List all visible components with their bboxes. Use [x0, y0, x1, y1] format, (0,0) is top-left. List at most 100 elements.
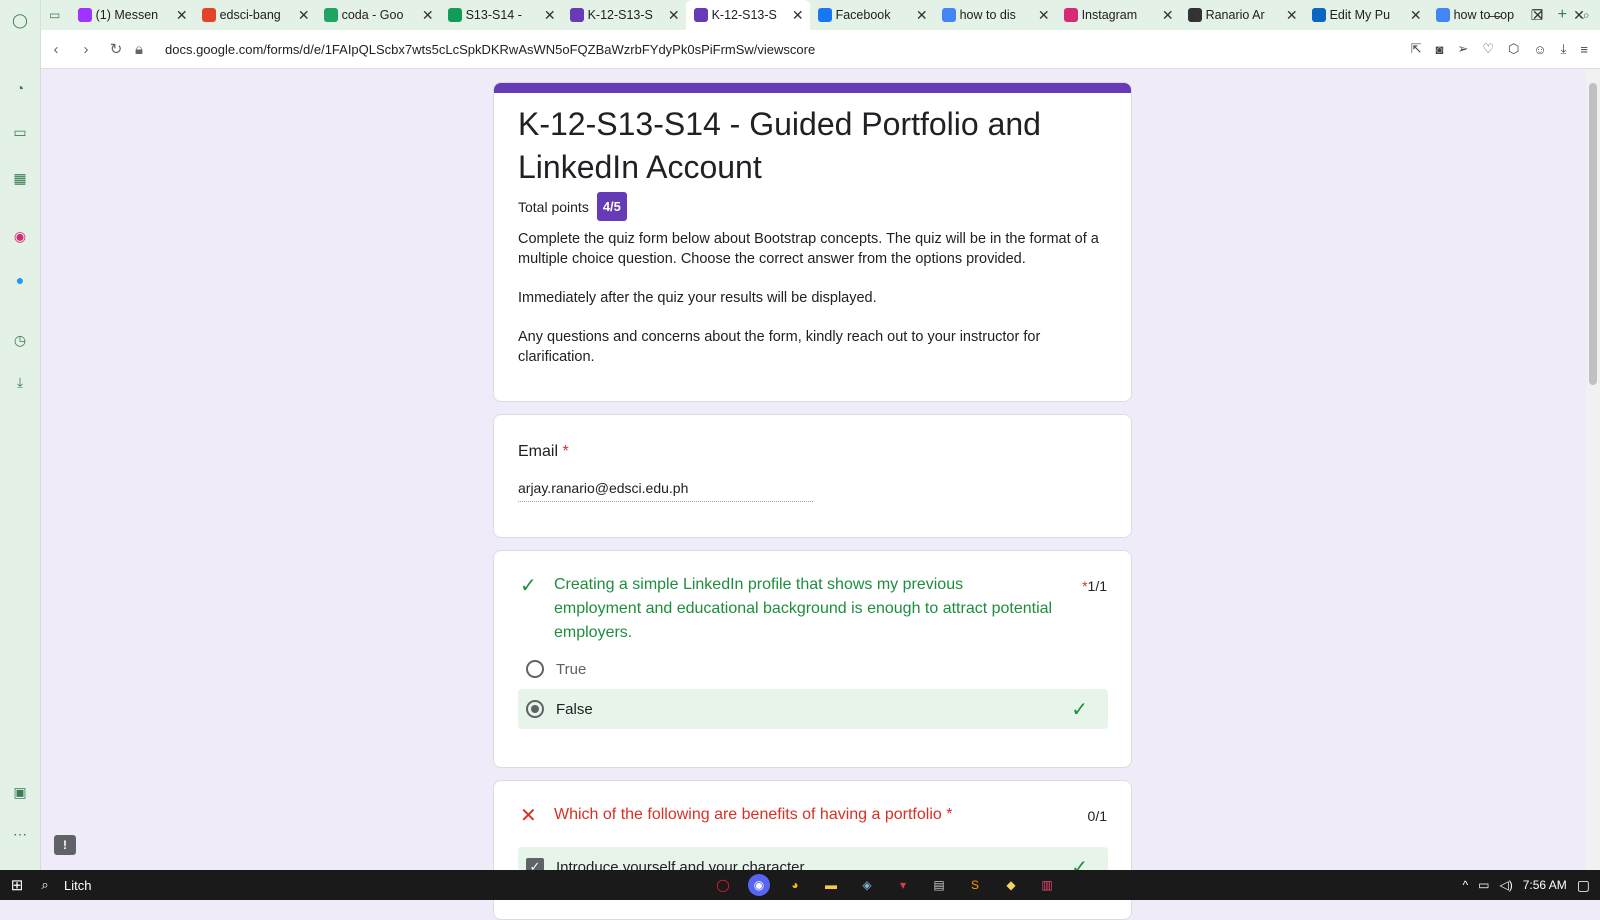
file-explorer-icon[interactable]: ▬ — [820, 874, 842, 896]
browser-tab[interactable]: edsci-bang ✕ — [194, 0, 316, 30]
close-tab-icon[interactable]: ✕ — [298, 7, 310, 24]
close-tab-icon[interactable]: ✕ — [422, 7, 434, 24]
volume-icon[interactable]: ◁) — [1500, 878, 1513, 892]
restore-icon[interactable]: ❐ — [1516, 7, 1558, 24]
address-bar: ‹ › ↻ 🔒︎ docs.google.com/forms/d/e/1FAIp… — [41, 30, 1600, 69]
send-icon[interactable]: ➢ — [1457, 41, 1468, 57]
reload-icon[interactable]: ↻ — [101, 40, 131, 58]
opera-icon[interactable]: ◯ — [712, 874, 734, 896]
system-tray: ^ ▭ ◁) 7:56 AM ▢ — [1463, 870, 1600, 900]
chrome-icon[interactable]: ◕ — [784, 874, 806, 896]
browser-tab[interactable]: Facebook ✕ — [810, 0, 934, 30]
browser-tab[interactable]: K-12-S13-S ✕ — [685, 0, 810, 30]
correct-check-icon: ✓ — [520, 575, 537, 597]
gitlab-icon — [201, 8, 216, 22]
chevron-up-icon[interactable]: ^ — [1463, 878, 1469, 892]
url-field[interactable]: docs.google.com/forms/d/e/1FAIpQLScbx7wt… — [165, 42, 815, 57]
tab-label: K-12-S13-S — [587, 8, 653, 22]
download-icon[interactable]: ⤓ — [1561, 41, 1567, 57]
score-badge: 4/5 — [596, 192, 627, 221]
sublime-text-icon[interactable]: S — [964, 874, 986, 896]
close-tab-icon[interactable]: ✕ — [1162, 7, 1174, 24]
close-tab-icon[interactable]: ✕ — [544, 7, 556, 24]
tab-label: Facebook — [835, 8, 891, 22]
profile-icon[interactable]: ☺ — [1533, 42, 1546, 57]
report-feedback-icon[interactable]: ! — [54, 835, 76, 855]
tab-label: how to dis — [959, 8, 1016, 22]
tab-label: (1) Messen — [95, 8, 159, 22]
form-header-card: K-12-S13-S14 - Guided Portfolio and Link… — [493, 82, 1132, 402]
email-field[interactable]: arjay.ranario@edsci.edu.ph — [518, 480, 813, 502]
close-tab-icon[interactable]: ✕ — [668, 7, 680, 24]
close-tab-icon[interactable]: ✕ — [1286, 7, 1298, 24]
discord-icon[interactable]: ◉ — [748, 874, 770, 896]
forward-icon[interactable]: › — [71, 41, 101, 58]
share-icon[interactable]: ⇱ — [1411, 41, 1422, 57]
history-icon[interactable]: ◷ — [10, 330, 30, 350]
option-false[interactable]: False ✓ — [518, 689, 1108, 729]
more-icon[interactable]: ⋯ — [10, 824, 30, 844]
window-controls: — ❐ ✕ — [1474, 0, 1600, 30]
browser-tab[interactable]: (1) Messen ✕ — [70, 0, 194, 30]
google-classroom-icon — [447, 8, 462, 22]
browser-tab[interactable]: Edit My Pu ✕ — [1304, 0, 1428, 30]
taskbar-search-text[interactable]: Litch — [64, 878, 91, 893]
radio-selected-icon[interactable] — [526, 700, 544, 718]
gallery-icon[interactable]: ▣ — [10, 782, 30, 802]
menu-icon[interactable]: ≡ — [1580, 42, 1588, 57]
form-title: K-12-S13-S14 - Guided Portfolio and Link… — [518, 106, 1041, 185]
radio-icon[interactable] — [526, 660, 544, 678]
close-tab-icon[interactable]: ✕ — [792, 7, 804, 24]
browser-sidebar: ◯ ◔ ▭ ▦ ◉ ● ◷ ⤓ ▣ ⋯ — [0, 0, 41, 870]
windows-start-icon[interactable]: ⊞ — [0, 876, 34, 894]
form-description: Complete the quiz form below about Boots… — [518, 229, 1108, 386]
speed-dial-icon[interactable]: ◔ — [10, 78, 30, 98]
incorrect-x-icon: ✕ — [520, 805, 537, 827]
scrollbar[interactable] — [1586, 69, 1600, 870]
close-tab-icon[interactable]: ✕ — [916, 7, 928, 24]
taskbar: ⊞ ⌕ Litch ◯ ◉ ◕ ▬ ◈ ▾ ▤ S ◆ ▥ ^ ▭ ◁) 7:5… — [0, 870, 1600, 900]
facebook-icon — [817, 8, 832, 22]
close-window-icon[interactable]: ✕ — [1558, 7, 1600, 24]
git-icon[interactable]: ◆ — [1000, 874, 1022, 896]
workspace-icon[interactable]: ▭ — [10, 122, 30, 142]
browser-tab[interactable]: how to dis ✕ — [934, 0, 1056, 30]
email-label: Email * — [518, 443, 569, 460]
app-icon[interactable]: ▾ — [892, 874, 914, 896]
network-icon[interactable]: ▭ — [1478, 878, 1489, 892]
notifications-icon[interactable]: ▢ — [1577, 877, 1590, 894]
extensions-icon[interactable]: ▦ — [10, 168, 30, 188]
heart-icon[interactable]: ♡ — [1482, 41, 1494, 57]
minimize-icon[interactable]: — — [1474, 7, 1516, 23]
back-icon[interactable]: ‹ — [41, 41, 71, 58]
browser-tab[interactable]: S13-S14 - ✕ — [440, 0, 562, 30]
winrar-icon[interactable]: ▥ — [1036, 874, 1058, 896]
close-tab-icon[interactable]: ✕ — [1410, 7, 1422, 24]
search-icon[interactable]: ⌕ — [34, 877, 56, 893]
browser-tab[interactable]: Instagram ✕ — [1056, 0, 1180, 30]
downloads-icon[interactable]: ⤓ — [10, 372, 30, 392]
tab-label: Instagram — [1081, 8, 1138, 22]
description-paragraph: Any questions and concerns about the for… — [518, 329, 1041, 365]
cube-icon[interactable]: ⬡ — [1508, 41, 1519, 57]
terminal-icon[interactable]: ▤ — [928, 874, 950, 896]
browser-tab[interactable]: Ranario Ar ✕ — [1180, 0, 1304, 30]
steam-icon[interactable]: ◈ — [856, 874, 878, 896]
browser-tab[interactable]: coda - Goo ✕ — [316, 0, 440, 30]
tab-search-icon[interactable]: ▭ — [41, 0, 70, 30]
description-paragraph: Complete the quiz form below about Boots… — [518, 231, 1099, 267]
option-true[interactable]: True — [518, 649, 1108, 689]
close-tab-icon[interactable]: ✕ — [176, 7, 188, 24]
browser-tab[interactable]: K-12-S13-S ✕ — [562, 0, 686, 30]
linkedin-icon — [1311, 8, 1326, 22]
google-forms-icon — [693, 8, 708, 22]
instagram-icon — [1063, 8, 1078, 22]
camera-icon[interactable]: ◙ — [1436, 42, 1444, 57]
opera-logo-icon[interactable]: ◯ — [10, 10, 30, 30]
twitter-icon[interactable]: ● — [10, 270, 30, 290]
instagram-sidebar-icon[interactable]: ◉ — [10, 226, 30, 246]
question-score: 0/1 — [1087, 808, 1107, 824]
scrollbar-thumb[interactable] — [1589, 83, 1597, 385]
close-tab-icon[interactable]: ✕ — [1038, 7, 1050, 24]
clock[interactable]: 7:56 AM — [1523, 878, 1567, 892]
